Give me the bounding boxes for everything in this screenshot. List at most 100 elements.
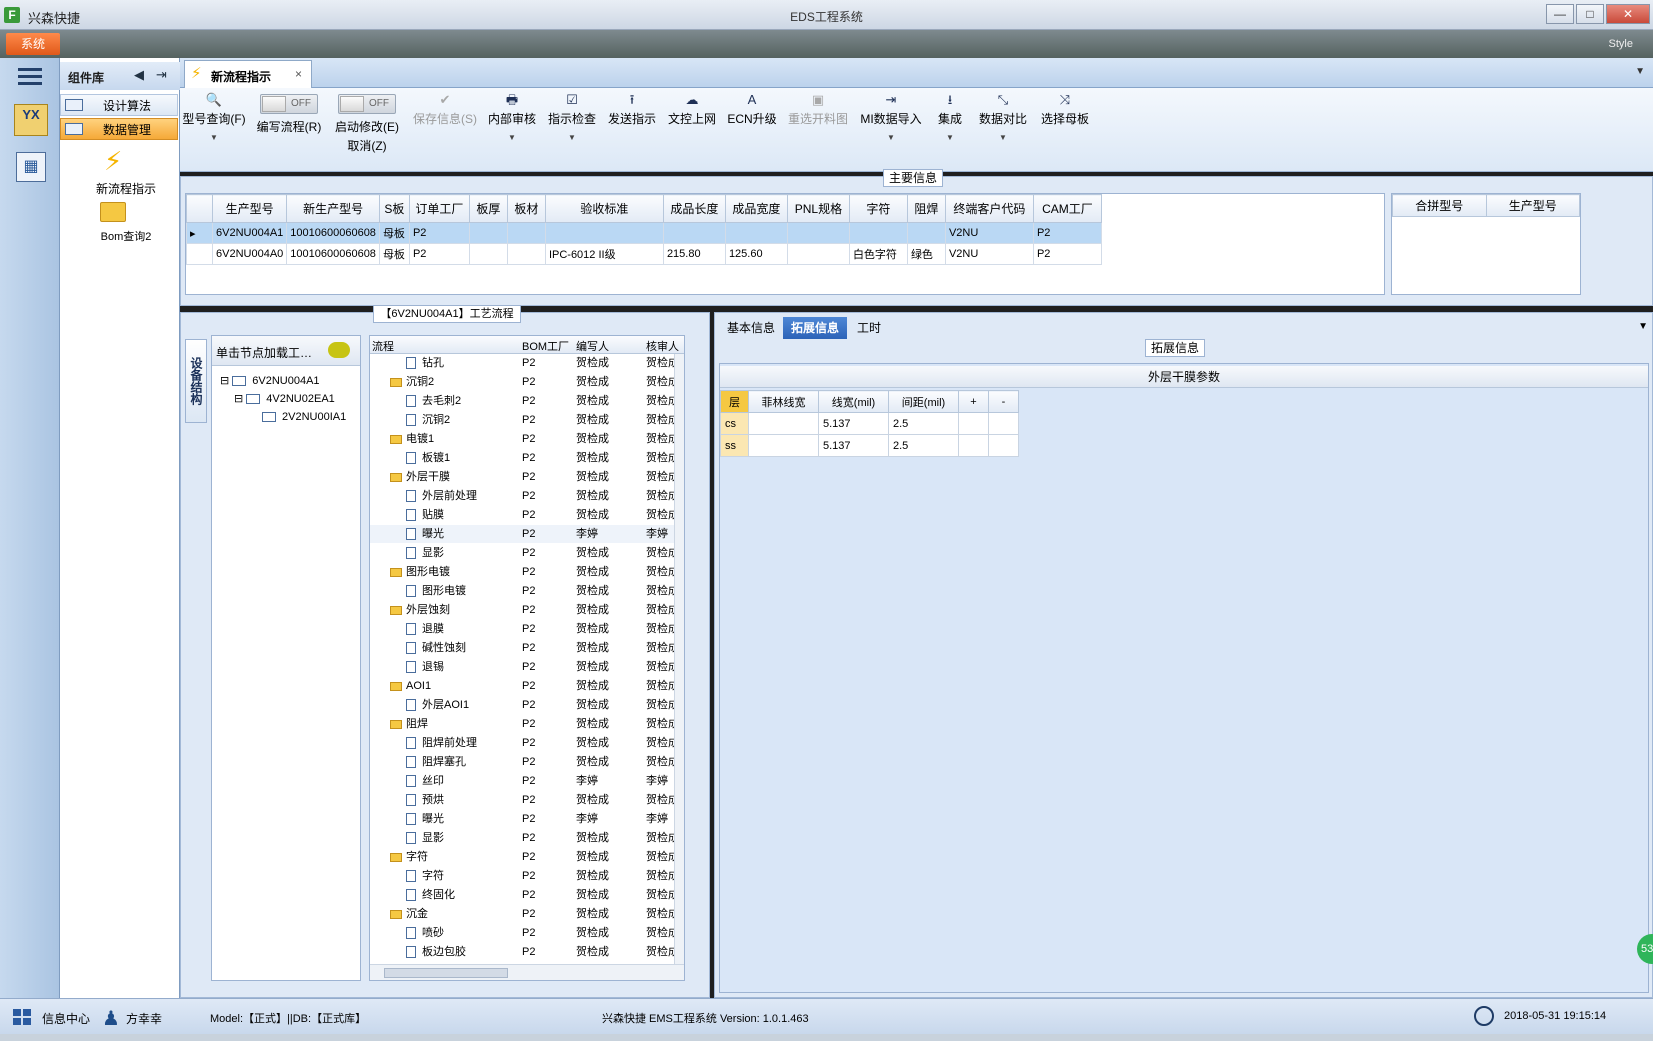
flow-row[interactable]: 喷砂 P2 贺检成 贺检成 (370, 924, 674, 942)
collapse-icon[interactable]: ⊟ (220, 375, 229, 387)
column-header[interactable]: 订单工厂 (408, 194, 470, 223)
flow-row[interactable]: 外层前处理 P2 贺检成 贺检成 (370, 487, 674, 505)
calculator-module-icon[interactable]: ▦ (16, 152, 46, 182)
component-item-data-management[interactable]: 数据管理 (60, 118, 178, 140)
dropdown-arrow-icon[interactable]: ▼ (546, 133, 598, 142)
flow-row[interactable]: 去毛刺2 P2 贺检成 贺检成 (370, 392, 674, 410)
column-header[interactable]: 新生产型号 (286, 194, 380, 223)
column-header[interactable]: 流程 (372, 338, 394, 354)
tree-node[interactable]: 2V2NU00IA1 (212, 408, 346, 426)
cell[interactable]: 5.137 (818, 412, 889, 435)
cell[interactable] (748, 412, 819, 435)
column-header[interactable]: 成品长度 (662, 194, 726, 223)
flow-row[interactable]: 外层蚀刻 P2 贺检成 贺检成 (370, 601, 674, 619)
lightning-icon[interactable]: ⚡ (104, 146, 122, 177)
flow-row[interactable]: 沉铜2 P2 贺检成 贺检成 (370, 411, 674, 429)
table-row[interactable]: ss 5.137 2.5 (720, 434, 1019, 457)
shortcut-bom-query-label[interactable]: Bom查询2 (86, 228, 166, 244)
ecn-upgrade-button[interactable]: A ECN升级 (726, 92, 778, 127)
cell[interactable] (748, 434, 819, 457)
node-checkbox[interactable] (246, 394, 261, 405)
flow-row[interactable]: 终固化 P2 贺检成 贺检成 (370, 886, 674, 904)
collapse-arrow-icon[interactable]: ◀ (134, 67, 144, 83)
scrollbar-thumb[interactable] (384, 968, 508, 978)
chevron-down-icon[interactable]: ▼ (1635, 66, 1645, 77)
column-header[interactable]: 阻焊 (906, 194, 946, 223)
toggle-switch[interactable]: OFF (338, 94, 396, 114)
exit-icon[interactable]: ⇥ (156, 67, 167, 83)
table-row[interactable]: cs 5.137 2.5 (720, 412, 1019, 435)
column-header[interactable]: 层 (720, 390, 749, 413)
node-checkbox[interactable] (262, 412, 276, 423)
tab-device-structure[interactable]: 设备结构 (185, 339, 207, 423)
flow-row[interactable]: 阻焊塞孔 P2 贺检成 贺检成 (370, 753, 674, 771)
column-header[interactable]: 字符 (848, 194, 908, 223)
column-header[interactable]: BOM工厂 (522, 338, 569, 354)
mi-data-import-button[interactable]: ⇥ MI数据导入 ▼ (858, 92, 924, 142)
tab-extended-info[interactable]: 拓展信息 (783, 317, 848, 339)
flow-row[interactable]: 外层AOI1 P2 贺检成 贺检成 (370, 696, 674, 714)
table-row[interactable]: 6V2NU004A0 10010600060608 母板 P2 IPC-6012… (186, 243, 1102, 265)
column-header[interactable]: 合拼型号 (1392, 194, 1487, 217)
tab-new-flow[interactable]: ⚡ 新流程指示 × (184, 60, 312, 88)
folder-icon[interactable] (100, 202, 126, 222)
flow-row[interactable]: 钻孔 P2 贺检成 贺检成 (370, 354, 674, 372)
column-header[interactable]: 编写人 (576, 338, 609, 354)
column-header[interactable]: 线宽(mil) (818, 390, 889, 413)
flow-row[interactable]: 字符 P2 贺检成 贺检成 (370, 867, 674, 885)
system-menu-button[interactable]: 系统 (6, 33, 60, 55)
flow-row[interactable]: 曝光 P2 李婷 李婷 (370, 525, 674, 543)
dropdown-arrow-icon[interactable]: ▼ (932, 133, 968, 142)
flow-row[interactable]: 图形电镀 P2 贺检成 贺检成 (370, 563, 674, 581)
shortcut-new-flow-label[interactable]: 新流程指示 (86, 180, 166, 197)
flow-row[interactable]: 显影 P2 贺检成 贺检成 (370, 544, 674, 562)
yx-module-icon[interactable]: YX (14, 104, 48, 136)
vertical-scrollbar[interactable] (674, 354, 684, 964)
cell[interactable] (958, 434, 989, 457)
reselect-cutting-drawing-button[interactable]: ▣ 重选开料图 (786, 92, 850, 127)
write-flow-toggle[interactable]: OFF 编写流程(R) (254, 92, 324, 135)
remove-column-button[interactable]: - (988, 390, 1019, 413)
save-info-button[interactable]: ✔ 保存信息(S) (410, 92, 480, 127)
instruction-check-button[interactable]: ☑ 指示检查 ▼ (546, 92, 598, 142)
send-instruction-button[interactable]: ⭱ 发送指示 (606, 92, 658, 127)
chevron-down-icon[interactable]: ▼ (1638, 321, 1648, 332)
flow-row[interactable]: 预烘 P2 贺检成 贺检成 (370, 791, 674, 809)
add-column-button[interactable]: + (958, 390, 989, 413)
flow-row[interactable]: 外层干膜 P2 贺检成 贺检成 (370, 468, 674, 486)
flow-row[interactable]: 退膜 P2 贺检成 贺检成 (370, 620, 674, 638)
flow-grid[interactable]: 流程 BOM工厂 编写人 核审人 钻孔 P2 贺检成 贺检成 沉铜2 P2 贺检成 贺检成 去毛… (369, 335, 685, 981)
cell[interactable] (988, 434, 1019, 457)
flow-row[interactable]: 贴膜 P2 贺检成 贺检成 (370, 506, 674, 524)
column-header[interactable]: 终端客户代码 (944, 194, 1034, 223)
close-button[interactable]: ✕ (1606, 4, 1650, 24)
flow-row[interactable]: 图形电镀 P2 贺检成 贺检成 (370, 582, 674, 600)
column-header[interactable]: 生产型号 (1485, 194, 1580, 217)
tab-work-hours[interactable]: 工时 (849, 317, 889, 339)
hamburger-menu-icon[interactable] (18, 68, 42, 86)
column-header[interactable]: 板厚 (468, 194, 508, 223)
flow-row[interactable]: 沉铜2 P2 贺检成 贺检成 (370, 373, 674, 391)
flow-row[interactable]: 板边包胶 P2 贺检成 贺检成 (370, 943, 674, 961)
column-header[interactable]: 板材 (506, 194, 546, 223)
dropdown-arrow-icon[interactable]: ▼ (976, 133, 1030, 142)
component-item-design-algorithm[interactable]: 设计算法 (60, 94, 178, 116)
dropdown-arrow-icon[interactable]: ▼ (182, 133, 246, 142)
node-checkbox[interactable] (232, 376, 247, 387)
toggle-switch[interactable]: OFF (260, 94, 318, 114)
style-menu[interactable]: Style (1609, 38, 1633, 50)
cell[interactable]: 2.5 (888, 434, 959, 457)
flow-row[interactable]: 碱性蚀刻 P2 贺检成 贺检成 (370, 639, 674, 657)
column-header[interactable]: 核审人 (646, 338, 679, 354)
column-header[interactable]: CAM工厂 (1032, 194, 1102, 223)
cell[interactable]: 5.137 (818, 434, 889, 457)
flow-row[interactable]: 阻焊 P2 贺检成 贺检成 (370, 715, 674, 733)
cell[interactable] (958, 412, 989, 435)
tree-node[interactable]: ⊟ 4V2NU02EA1 (212, 390, 335, 408)
column-header[interactable]: 生产型号 (211, 194, 288, 223)
column-header[interactable]: 间距(mil) (888, 390, 959, 413)
minimize-button[interactable]: — (1546, 4, 1574, 24)
merge-model-grid[interactable]: 合拼型号 生产型号 (1391, 193, 1581, 295)
data-compare-button[interactable]: ⤡ 数据对比 ▼ (976, 92, 1030, 142)
cancel-modify-label[interactable]: 取消(Z) (332, 137, 402, 154)
